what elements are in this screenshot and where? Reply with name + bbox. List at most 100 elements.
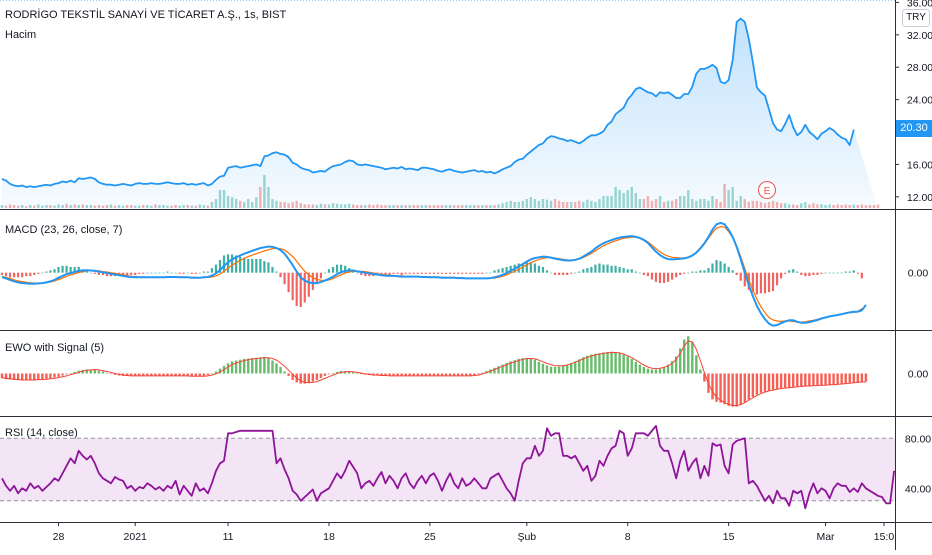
ewo-bar: [800, 373, 803, 387]
ewo-bar: [45, 373, 48, 379]
macd-histogram-bar: [707, 268, 710, 273]
ewo-bar: [820, 373, 823, 386]
macd-histogram-bar: [570, 272, 573, 274]
earnings-marker[interactable]: E: [758, 181, 776, 199]
macd-histogram-bar: [711, 263, 714, 273]
macd-histogram-bar: [287, 272, 290, 293]
macd-histogram-bar: [719, 261, 722, 273]
price-series: [0, 0, 895, 209]
macd-histogram-bar: [25, 272, 28, 277]
ewo-bar: [283, 371, 286, 374]
macd-histogram-bar: [578, 271, 581, 273]
macd-histogram-bar: [186, 272, 189, 274]
macd-histogram-bar: [420, 272, 423, 274]
ewo-bar: [719, 373, 722, 403]
macd-histogram-bar: [626, 269, 629, 273]
macd-histogram-bar: [477, 272, 480, 274]
macd-histogram-bar: [142, 272, 145, 274]
ewo-bar: [808, 373, 811, 386]
macd-histogram-bar: [154, 272, 157, 274]
macd-histogram-bar: [469, 272, 472, 274]
ewo-bar: [561, 365, 565, 374]
ewo-bar: [545, 365, 549, 374]
macd-histogram-bar: [190, 272, 193, 274]
ewo-bar: [751, 373, 755, 397]
ewo-bar: [574, 361, 577, 374]
macd-histogram-bar: [638, 272, 641, 274]
macd-histogram-bar: [533, 263, 536, 273]
ewo-bar: [602, 352, 605, 374]
ewo-bar: [695, 355, 698, 374]
macd-histogram-bar: [739, 272, 742, 281]
macd-histogram-bar: [404, 272, 407, 274]
macd-histogram-bar: [574, 272, 577, 274]
macd-histogram-bar: [134, 272, 137, 275]
macd-histogram-bar: [840, 272, 843, 274]
macd-histogram-bar: [206, 271, 209, 273]
ewo-bar: [57, 373, 60, 377]
price-axis-label: 28.00: [907, 62, 932, 74]
macd-histogram-bar: [473, 272, 476, 274]
macd-histogram-bar: [832, 272, 835, 274]
ewo-bar: [763, 373, 767, 392]
macd-histogram-bar: [412, 272, 415, 274]
ewo-bar: [840, 373, 843, 384]
macd-histogram-bar: [614, 265, 617, 273]
ewo-bar: [658, 368, 662, 374]
ewo-bar: [109, 373, 113, 375]
macd-histogram-bar: [146, 272, 149, 274]
macd-histogram-bar: [816, 272, 819, 275]
time-axis-label: 11: [223, 531, 234, 543]
macd-histogram-bar: [658, 272, 662, 284]
ewo-bar: [529, 358, 533, 374]
macd-histogram-bar: [687, 272, 690, 274]
ewo-bar: [541, 363, 545, 374]
ewo-bar: [860, 373, 864, 382]
ewo-bar: [557, 366, 561, 374]
macd-histogram-bar: [251, 258, 254, 273]
macd-histogram-bar: [166, 271, 169, 273]
macd-histogram-bar: [630, 269, 633, 273]
macd-histogram-bar: [37, 272, 40, 274]
macd-histogram-bar: [553, 272, 557, 275]
time-axis-label: 18: [323, 531, 335, 543]
macd-histogram-bar: [428, 272, 432, 274]
ewo-bar: [29, 373, 32, 380]
macd-histogram-bar: [400, 272, 403, 275]
macd-histogram-bar: [356, 272, 359, 274]
macd-histogram-bar: [243, 257, 246, 273]
macd-histogram-bar: [263, 261, 266, 273]
ewo-bar: [594, 353, 597, 374]
macd-histogram-bar: [759, 272, 763, 294]
macd-histogram-bar: [618, 266, 621, 273]
macd-histogram-bar: [844, 271, 847, 273]
macd-histogram-bar: [586, 268, 589, 273]
macd-histogram-bar: [158, 272, 161, 274]
currency-button[interactable]: TRY: [902, 9, 930, 27]
chart-root: 36.0032.0028.0024.0020.0016.0012.000.000…: [0, 0, 932, 550]
ewo-bar: [743, 373, 746, 403]
macd-histogram-bar: [836, 272, 839, 274]
ewo-bar: [25, 373, 28, 381]
ewo-bar: [105, 372, 109, 374]
ewo-bar: [650, 369, 654, 374]
macd-histogram-bar: [796, 271, 799, 273]
price-axis-label: 16.00: [907, 159, 932, 171]
macd-histogram-bar: [182, 272, 185, 274]
rsi-axis-label: 80.00: [905, 433, 931, 445]
macd-histogram-bar: [210, 268, 214, 273]
macd-histogram-bar: [549, 272, 553, 274]
last-price-badge: 20.30: [896, 120, 932, 137]
macd-histogram-bar: [45, 271, 48, 273]
ewo-bar: [247, 358, 250, 374]
ewo-bar: [206, 373, 210, 376]
ewo-bar: [61, 373, 64, 376]
macd-histogram-bar: [138, 272, 141, 274]
ewo-bar: [263, 356, 266, 374]
macd-histogram-bar: [283, 272, 286, 285]
macd-histogram-bar: [848, 271, 851, 273]
ewo-bar: [311, 373, 315, 382]
macd-axis-label: 0.00: [908, 268, 929, 280]
macd-histogram-bar: [65, 265, 68, 273]
ewo-bar: [69, 373, 72, 374]
